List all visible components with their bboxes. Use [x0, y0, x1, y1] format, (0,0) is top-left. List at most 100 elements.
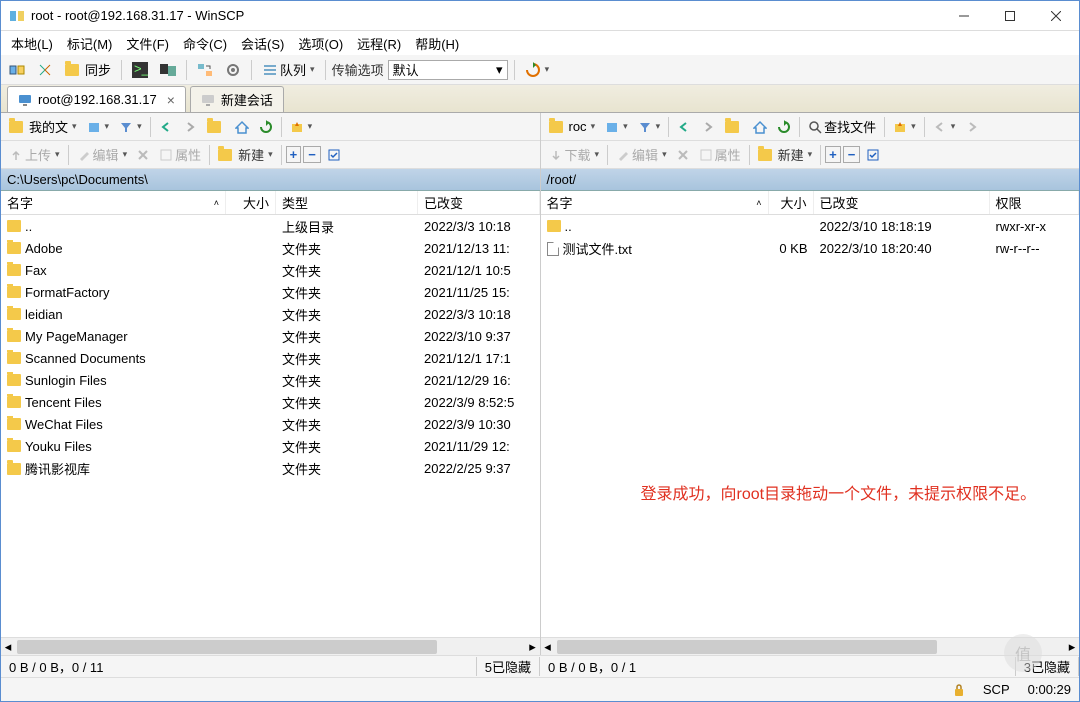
local-delete-icon[interactable] — [133, 147, 153, 163]
remote-path[interactable]: /root/ — [541, 169, 1080, 191]
remote-nav-toolbar: roc 查找文件 — [541, 113, 1080, 141]
transfer-options-select[interactable]: 默认▾ — [388, 60, 508, 80]
local-home-icon[interactable] — [231, 118, 253, 136]
table-row[interactable]: Scanned Documents文件夹2021/12/1 17:1 — [1, 347, 540, 369]
local-path[interactable]: C:\Users\pc\Documents\ — [1, 169, 540, 191]
remote-history-icon[interactable] — [601, 118, 632, 136]
remote-col-perm[interactable]: 权限 — [990, 191, 1080, 214]
local-col-name[interactable]: 名字˄ — [1, 191, 226, 214]
sync-compare-icon[interactable] — [5, 60, 29, 80]
local-action-toolbar: 上传 编辑 属性 新建 + − — [1, 141, 540, 169]
local-up-icon[interactable] — [203, 119, 229, 135]
table-row[interactable]: 测试文件.txt0 KB2022/3/10 18:20:40rw-r--r-- — [541, 237, 1080, 259]
local-drive-select[interactable]: 我的文 — [5, 115, 81, 138]
tab-new-session[interactable]: 新建会话 — [190, 86, 284, 112]
minimize-button[interactable] — [941, 1, 987, 31]
table-row[interactable]: FormatFactory文件夹2021/11/25 15: — [1, 281, 540, 303]
refresh-icon[interactable] — [521, 60, 554, 80]
tab-close-icon[interactable]: × — [167, 92, 175, 108]
menu-session[interactable]: 会话(S) — [235, 32, 290, 55]
local-new-button[interactable]: 新建 — [214, 143, 277, 166]
remote-forward-icon[interactable] — [697, 118, 719, 136]
remote-nav-fwd2-icon[interactable] — [961, 118, 983, 136]
app-icon — [9, 8, 25, 24]
panels: 我的文 上传 编辑 属性 新建 + − C:\Users\pc\Document — [1, 113, 1079, 655]
menu-local[interactable]: 本地(L) — [5, 32, 59, 55]
local-rows: ..上级目录2022/3/3 10:18Adobe文件夹2021/12/13 1… — [1, 215, 540, 479]
local-headers: 名字˄ 大小 类型 已改变 — [1, 191, 540, 215]
table-row[interactable]: leidian文件夹2022/3/3 10:18 — [1, 303, 540, 325]
remote-drive-select[interactable]: roc — [545, 117, 600, 136]
remote-check-icon[interactable] — [862, 146, 884, 164]
lock-icon — [953, 683, 965, 697]
local-upload-button[interactable]: 上传 — [5, 143, 64, 166]
remote-filter-icon[interactable] — [634, 118, 665, 136]
maximize-button[interactable] — [987, 1, 1033, 31]
sync-folders-icon[interactable] — [33, 60, 57, 80]
remote-terminal-icon[interactable] — [156, 60, 180, 80]
menu-command[interactable]: 命令(C) — [177, 32, 233, 55]
menu-help[interactable]: 帮助(H) — [409, 32, 465, 55]
menu-mark[interactable]: 标记(M) — [61, 32, 119, 55]
close-button[interactable] — [1033, 1, 1079, 31]
menu-file[interactable]: 文件(F) — [120, 32, 175, 55]
session-tabs: root@192.168.31.17 × 新建会话 — [1, 85, 1079, 113]
remote-back-icon[interactable] — [673, 118, 695, 136]
menu-remote[interactable]: 远程(R) — [351, 32, 407, 55]
remote-minus-icon[interactable]: − — [843, 146, 861, 163]
terminal-icon[interactable]: >_ — [128, 60, 152, 80]
table-row[interactable]: Fax文件夹2021/12/1 10:5 — [1, 259, 540, 281]
local-col-size[interactable]: 大小 — [226, 191, 276, 214]
local-forward-icon[interactable] — [179, 118, 201, 136]
table-row[interactable]: ..上级目录2022/3/3 10:18 — [1, 215, 540, 237]
table-row[interactable]: Adobe文件夹2021/12/13 11: — [1, 237, 540, 259]
local-edit-button[interactable]: 编辑 — [73, 143, 132, 166]
remote-plus-icon[interactable]: + — [825, 146, 841, 163]
table-row[interactable]: ..2022/3/10 18:18:19rwxr-xr-x — [541, 215, 1080, 237]
window-title: root - root@192.168.31.17 - WinSCP — [31, 8, 941, 23]
remote-bookmark-icon[interactable] — [889, 118, 920, 136]
status-protocol: SCP — [983, 682, 1010, 697]
remote-col-changed[interactable]: 已改变 — [814, 191, 990, 214]
local-check-icon[interactable] — [323, 146, 345, 164]
remote-nav-back2-icon[interactable] — [929, 118, 960, 136]
settings-icon[interactable] — [221, 60, 245, 80]
local-props-button[interactable]: 属性 — [155, 143, 205, 166]
sync-browse-icon[interactable] — [193, 60, 217, 80]
local-status-left: 0 B / 0 B，0 / 11 — [1, 657, 477, 676]
table-row[interactable]: WeChat Files文件夹2022/3/9 10:30 — [1, 413, 540, 435]
table-row[interactable]: 腾讯影视库文件夹2022/2/25 9:37 — [1, 457, 540, 479]
queue-button[interactable]: 队列 — [258, 58, 319, 81]
table-row[interactable]: Tencent Files文件夹2022/3/9 8:52:5 — [1, 391, 540, 413]
local-refresh-icon[interactable] — [255, 118, 277, 136]
table-row[interactable]: Youku Files文件夹2021/11/29 12: — [1, 435, 540, 457]
remote-new-button[interactable]: 新建 — [754, 143, 817, 166]
local-plus-icon[interactable]: + — [286, 146, 302, 163]
local-history-icon[interactable] — [83, 118, 114, 136]
remote-home-icon[interactable] — [749, 118, 771, 136]
table-row[interactable]: Sunlogin Files文件夹2021/12/29 16: — [1, 369, 540, 391]
table-row[interactable]: My PageManager文件夹2022/3/10 9:37 — [1, 325, 540, 347]
tab-session-active[interactable]: root@192.168.31.17 × — [7, 86, 186, 112]
local-back-icon[interactable] — [155, 118, 177, 136]
remote-delete-icon[interactable] — [673, 147, 693, 163]
remote-up-icon[interactable] — [721, 119, 747, 135]
local-col-changed[interactable]: 已改变 — [418, 191, 540, 214]
local-bookmark-icon[interactable] — [286, 118, 317, 136]
remote-find-button[interactable]: 查找文件 — [804, 115, 880, 138]
local-filter-icon[interactable] — [115, 118, 146, 136]
remote-col-name[interactable]: 名字˄ — [541, 191, 769, 214]
remote-download-button[interactable]: 下载 — [545, 143, 604, 166]
sync-button[interactable]: 同步 — [61, 58, 115, 81]
remote-refresh-icon[interactable] — [773, 118, 795, 136]
menu-options[interactable]: 选项(O) — [292, 32, 349, 55]
status-time: 0:00:29 — [1028, 682, 1071, 697]
remote-props-button[interactable]: 属性 — [695, 143, 745, 166]
local-minus-icon[interactable]: − — [303, 146, 321, 163]
local-col-type[interactable]: 类型 — [276, 191, 418, 214]
local-scrollbar[interactable]: ◂▸ — [1, 637, 540, 655]
remote-col-size[interactable]: 大小 — [769, 191, 814, 214]
remote-scrollbar[interactable]: ◂▸ — [541, 637, 1080, 655]
local-panel: 我的文 上传 编辑 属性 新建 + − C:\Users\pc\Document — [1, 113, 541, 655]
remote-edit-button[interactable]: 编辑 — [612, 143, 671, 166]
